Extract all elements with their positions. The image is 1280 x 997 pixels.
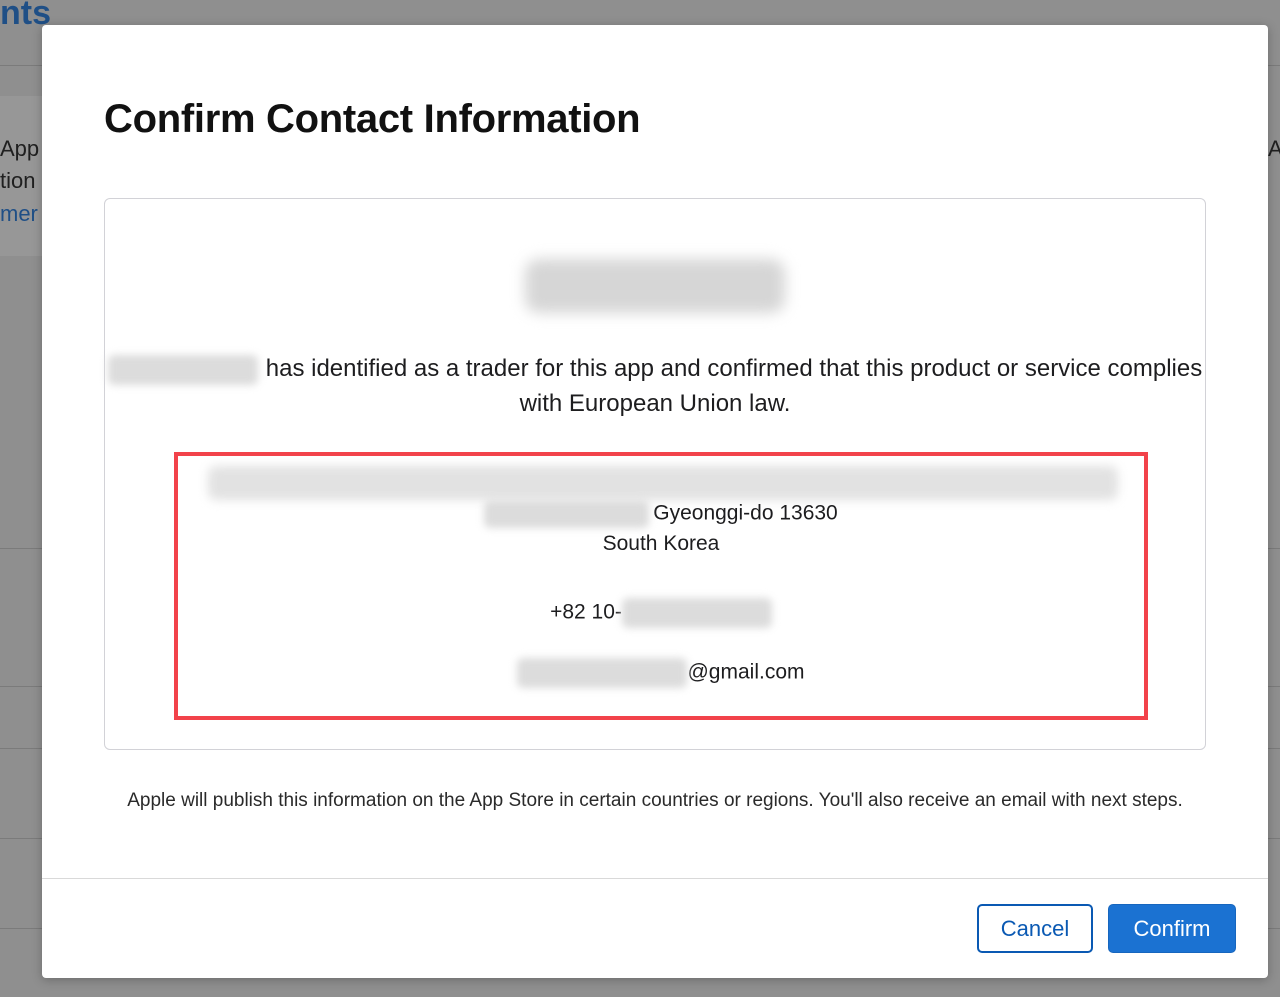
address-region-line: Gyeonggi-do 13630 (178, 500, 1144, 528)
background-divider (1268, 65, 1280, 66)
background-link: mer (0, 201, 38, 226)
background-text-line: tion (0, 168, 36, 193)
address-country: South Korea (602, 532, 720, 555)
background-divider (1268, 928, 1280, 929)
redacted-email-user (517, 658, 688, 688)
redacted-trader-name (525, 259, 785, 313)
redacted-street-address (208, 466, 1118, 500)
background-divider (0, 686, 48, 687)
background-divider (0, 838, 48, 839)
email-line: @gmail.com (178, 658, 1144, 688)
redacted-phone-number (621, 598, 772, 628)
background-divider (0, 928, 48, 929)
email-domain: @gmail.com (687, 660, 805, 684)
background-divider (0, 548, 48, 549)
trader-statement: has identified as a trader for this app … (105, 351, 1205, 421)
phone-prefix: +82 10- (550, 600, 622, 624)
highlighted-address-box: Gyeonggi-do 13630 South Korea +82 10- @g… (174, 452, 1148, 720)
background-divider (1268, 548, 1280, 549)
background-divider (1268, 686, 1280, 687)
cancel-button[interactable]: Cancel (977, 904, 1093, 953)
redacted-city (484, 500, 650, 528)
dialog-footer-divider (42, 878, 1268, 879)
background-divider (1268, 748, 1280, 749)
redacted-trader-name-inline (107, 354, 258, 385)
confirm-button[interactable]: Confirm (1108, 904, 1236, 953)
background-text-fragment: A (1268, 136, 1280, 161)
background-text-line: App (0, 136, 40, 161)
confirm-contact-dialog: Confirm Contact Information has identifi… (42, 25, 1268, 978)
dialog-title: Confirm Contact Information (104, 97, 641, 141)
address-region-postal: Gyeonggi-do 13630 (653, 501, 838, 525)
background-divider (0, 748, 48, 749)
phone-line: +82 10- (178, 598, 1144, 628)
contact-info-card: has identified as a trader for this app … (104, 198, 1206, 750)
publish-notice: Apple will publish this information on t… (127, 790, 1183, 811)
trader-statement-text: has identified as a trader for this app … (265, 355, 1203, 417)
background-divider (1268, 838, 1280, 839)
